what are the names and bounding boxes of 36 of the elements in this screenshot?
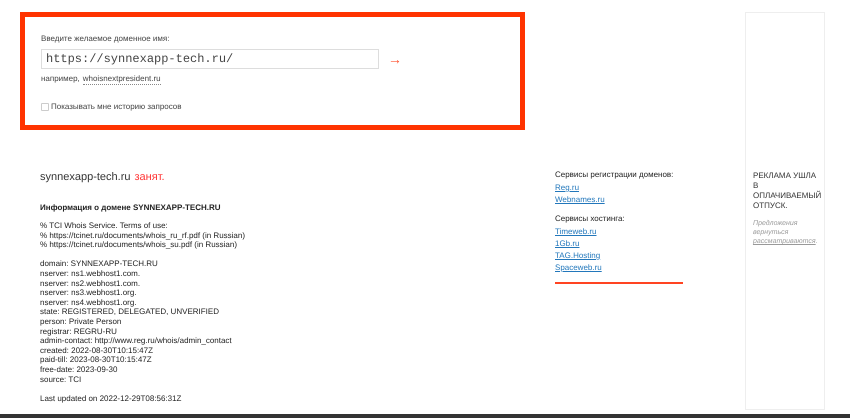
whois-line: nserver: ns2.webhost1.com.: [40, 278, 142, 288]
service-link[interactable]: Webnames.ru: [555, 194, 605, 206]
service-link[interactable]: Spaceweb.ru: [555, 262, 602, 274]
last-updated-text: Last updated on 2022-12-29T08:56:31Z: [40, 394, 182, 404]
example-text: например,: [41, 74, 80, 85]
whois-line: % https://tcinet.ru/documents/whois_su.pdf (in Russian): [40, 240, 238, 250]
whois-line: registrar: REGRU-RU: [40, 326, 118, 336]
whois-line: person: Private Person: [40, 316, 122, 327]
service-link[interactable]: Reg.ru: [555, 182, 580, 194]
whois-line: nserver: ns4.webhost1.org.: [40, 298, 138, 308]
whois-line: % TCI Whois Service. Terms of use:: [40, 221, 169, 231]
whois-line: admin-contact: http://www.reg.ru/whois/admin_contact: [40, 336, 233, 346]
example-link[interactable]: whoisnextpresident.ru: [82, 74, 161, 85]
whois-line: source: TCI: [40, 374, 82, 384]
whois-line: created: 2022-08-30T10:15:47Z: [40, 346, 154, 356]
field-label: Введите желаемое доменное имя:: [41, 34, 170, 44]
checkbox-label: Показывать мне историю запросов: [51, 102, 182, 112]
services-heading: Сервисы хостинга:: [555, 214, 626, 224]
service-link[interactable]: Timeweb.ru: [555, 226, 596, 238]
service-link[interactable]: TAG.Hosting: [555, 250, 600, 262]
domain-name: synnexapp-tech.ru: [40, 170, 130, 184]
whois-line: domain: SYNNEXAPP-TECH.RU: [40, 259, 159, 269]
whois-line: paid-till: 2023-08-30T10:15:47Z: [40, 355, 153, 365]
services-heading: Сервисы регистрации доменов:: [555, 170, 674, 180]
domain-status: занят.: [134, 170, 165, 184]
whois-line: state: REGISTERED, DELEGATED, UNVERIFIED: [40, 307, 220, 317]
service-link[interactable]: 1Gb.ru: [555, 238, 580, 250]
domain-input-field[interactable]: https://synnexapp-tech.ru/: [41, 49, 379, 69]
submit-arrow-button[interactable]: →: [388, 52, 402, 66]
whois-line: nserver: ns3.webhost1.org.: [40, 288, 138, 298]
whois-line: nserver: ns1.webhost1.com.: [40, 268, 142, 279]
ad-title: РЕКЛАМА УШЛА В ОПЛАЧИВАЕМЫЙ ОТПУСК.: [753, 171, 822, 211]
history-checkbox[interactable]: [41, 103, 49, 111]
whois-line: free-date: 2023-09-30: [40, 364, 118, 374]
whois-title: Информация о домене SYNNEXAPP-TECH.RU: [40, 203, 222, 213]
whois-line: % https://tcinet.ru/documents/whois_ru_rf.pdf (in Russian): [40, 230, 246, 240]
